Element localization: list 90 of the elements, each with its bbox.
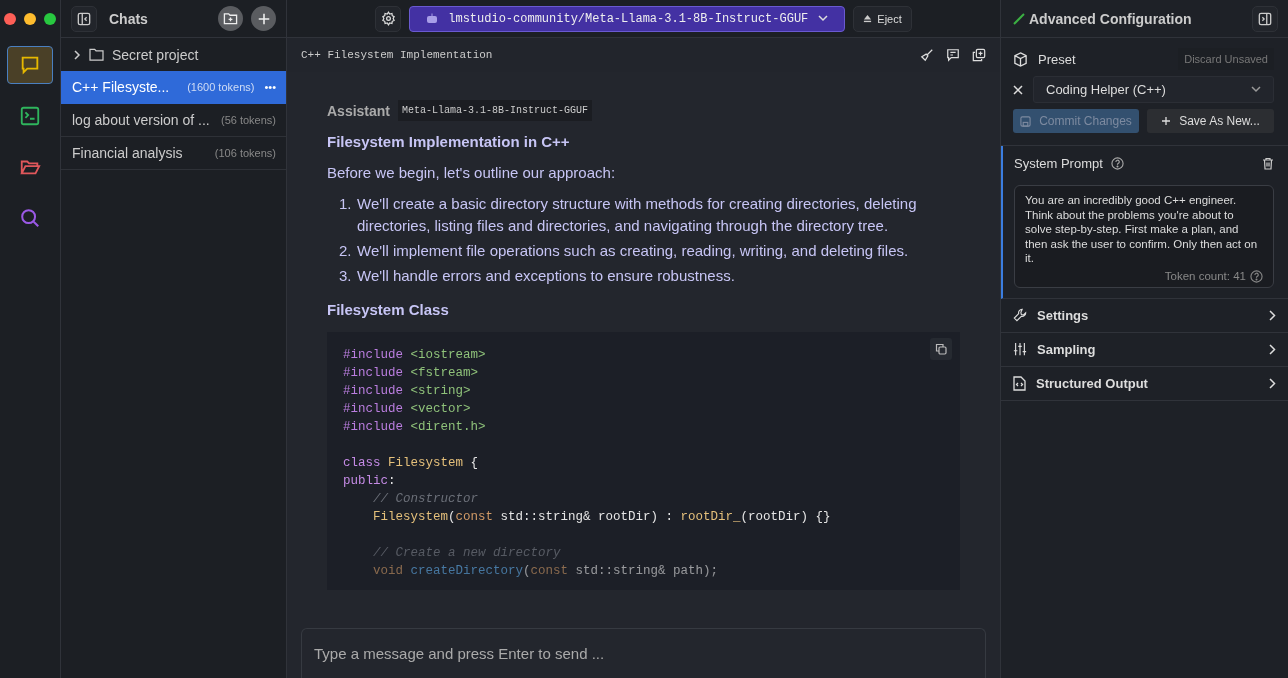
maximize-light[interactable] <box>44 13 56 25</box>
eject-button[interactable]: Eject <box>853 5 912 32</box>
terminal-icon <box>19 105 41 127</box>
code-line: void createDirectory(const std::string& path); <box>372 563 719 580</box>
code-line: Filesystem(const std::string& rootDir) : rootDir_(rootDir) {} <box>372 509 831 526</box>
eject-icon <box>863 14 873 23</box>
code-line: public: <box>343 473 396 490</box>
sidebar-icon <box>1258 11 1272 26</box>
sidebar-icon <box>77 11 91 26</box>
model-tag: Meta-Llama-3.1-8B-Instruct-GGUF <box>398 100 593 121</box>
minimize-light[interactable] <box>24 13 36 25</box>
message-heading: Filesystem Class <box>327 301 450 318</box>
close-light[interactable] <box>4 13 16 25</box>
code-line: class Filesystem { <box>343 455 479 472</box>
code-line: #include <fstream> <box>343 365 479 382</box>
settings-button[interactable] <box>375 5 402 32</box>
chevron-right-icon <box>1269 309 1276 321</box>
folder-icon <box>89 48 104 61</box>
chat-icon <box>19 54 41 76</box>
token-count: Token count: 41 <box>1164 270 1246 283</box>
list-item: We'll create a basic directory structure with methods for creating directories, deleting directories, listing files and directories, and navigating through the directory tree. <box>357 194 918 236</box>
sliders-icon <box>1013 342 1027 357</box>
code-line: // Constructor <box>372 491 479 508</box>
message-heading: Filesystem Implementation in C++ <box>327 133 571 150</box>
copy-icon <box>935 343 947 355</box>
robot-icon <box>426 12 439 25</box>
new-folder-button[interactable] <box>218 6 243 31</box>
file-code-icon <box>1013 375 1026 391</box>
code-line: // Create a new directory <box>372 545 561 562</box>
chat-item[interactable]: C++ Filesyste... (1600 tokens) ••• <box>61 71 286 104</box>
token-count: (1600 tokens) <box>187 81 255 93</box>
preset-dropdown[interactable]: Coding Helper (C++) <box>1033 76 1274 103</box>
list-number: 3. <box>339 266 353 286</box>
panel-toggle-button[interactable] <box>1252 5 1278 32</box>
nav-button[interactable] <box>7 46 53 84</box>
list-number: 1. <box>339 194 353 214</box>
list-item: We'll handle errors and exceptions to ensure robustness. <box>357 266 736 286</box>
help-icon[interactable] <box>1110 157 1124 170</box>
sidebar-toggle-button[interactable] <box>71 5 97 32</box>
pencil-icon <box>1013 12 1025 25</box>
list-item: We'll implement file operations such as creating, reading, writing, and deleting files. <box>357 241 910 261</box>
chat-title: Financial analysis <box>72 145 184 161</box>
trash-icon[interactable] <box>1262 157 1274 170</box>
chat-item[interactable]: Financial analysis (106 tokens) <box>61 137 286 170</box>
chat-title: C++ Filesystem Implementation <box>301 49 494 61</box>
section-header[interactable]: Sampling <box>1001 332 1288 367</box>
section-header[interactable]: Settings <box>1001 298 1288 333</box>
code-line: #include <vector> <box>343 401 471 418</box>
code-line: #include <dirent.h> <box>343 419 486 436</box>
system-prompt-label: System Prompt <box>1014 156 1103 171</box>
chevron-right-icon <box>1269 343 1276 355</box>
model-selector[interactable]: lmstudio-community/Meta-Llama-3.1-8B-Instruct-GGUF <box>409 5 846 32</box>
token-count: (106 tokens) <box>214 147 276 159</box>
new-chat-button[interactable] <box>251 6 276 31</box>
message-input[interactable]: Type a message and press Enter to send ... <box>301 628 986 678</box>
panel-title: Advanced Configuration <box>1029 10 1193 27</box>
section-header[interactable]: Structured Output <box>1001 366 1288 401</box>
chevron-right-icon <box>1269 377 1276 389</box>
close-icon[interactable] <box>1013 84 1023 95</box>
chevron-right-icon <box>73 49 81 60</box>
help-icon[interactable] <box>1250 269 1263 283</box>
wrench-icon <box>1013 308 1027 323</box>
plus-icon <box>256 11 271 26</box>
save-as-new-button[interactable]: Save As New... <box>1147 109 1274 133</box>
plus-icon <box>1161 116 1172 126</box>
settings-icon <box>380 11 396 26</box>
token-count: (56 tokens) <box>220 114 276 126</box>
chevron-down-icon <box>1251 86 1261 93</box>
message-paragraph: Before we begin, let's outline our approach: <box>327 164 617 181</box>
chevron-down-icon <box>818 15 829 22</box>
code-line: #include <string> <box>343 383 471 400</box>
brush-icon[interactable] <box>920 48 934 62</box>
role-label: Assistant <box>327 102 391 119</box>
copy-button[interactable] <box>930 338 952 360</box>
message-x-icon[interactable] <box>946 48 960 62</box>
chat-item[interactable]: log about version of ... (56 tokens) <box>61 104 286 137</box>
cube-icon <box>1013 51 1028 67</box>
system-prompt-field[interactable]: You are an incredibly good C++ engineer. Think about the problems you're about to solve step-by-step. First make a plan, and then ask the user to confirm. Only then act on it. Token count: 41 <box>1014 185 1274 288</box>
sidebar-title: Chats <box>109 10 149 27</box>
preset-label: Preset <box>1038 51 1077 67</box>
search-icon <box>19 207 41 229</box>
more-options-button[interactable]: ••• <box>264 81 276 93</box>
folder-item[interactable]: Secret project <box>61 38 286 71</box>
duplicate-icon[interactable] <box>972 48 986 62</box>
chat-title: C++ Filesyste... <box>72 79 171 95</box>
save-icon <box>1020 115 1032 127</box>
chat-title: log about version of ... <box>72 112 211 128</box>
folder-plus-icon <box>223 11 238 26</box>
list-number: 2. <box>339 241 353 261</box>
code-line: #include <iostream> <box>343 347 486 364</box>
